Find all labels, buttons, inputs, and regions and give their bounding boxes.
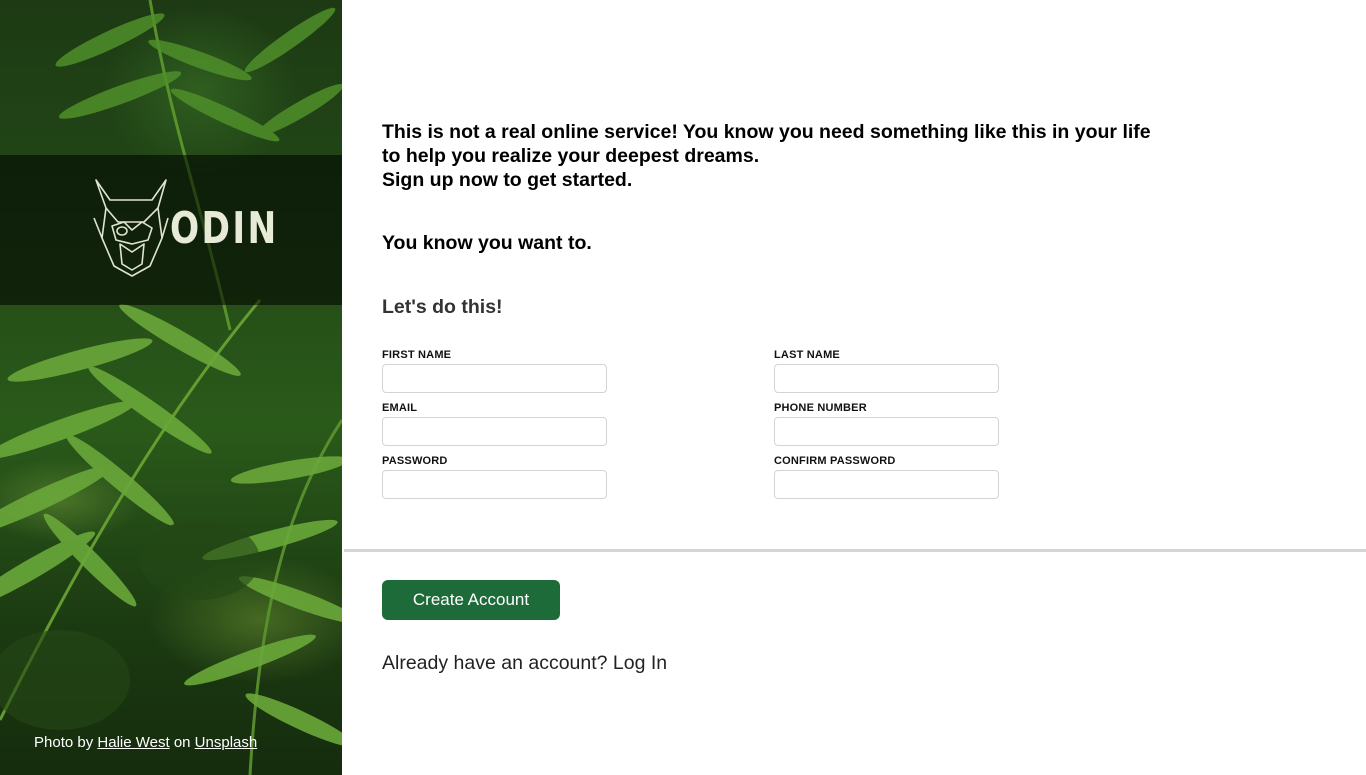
photo-credit: Photo by Halie West on Unsplash <box>34 734 257 751</box>
password-group: PASSWORD <box>382 455 607 499</box>
login-prompt: Already have an account? Log In <box>382 652 667 675</box>
intro-text: This is not a real online service! You k… <box>382 120 1162 192</box>
first-name-group: FIRST NAME <box>382 349 607 393</box>
hero-panel: ODIN Photo by Halie West on Unsplash <box>0 0 342 775</box>
login-prompt-text: Already have an account? <box>382 652 608 674</box>
main-content: This is not a real online service! You k… <box>342 0 1366 775</box>
confirm-password-group: CONFIRM PASSWORD <box>774 455 999 499</box>
odin-viking-head-icon <box>93 179 169 277</box>
create-account-button[interactable]: Create Account <box>382 580 560 620</box>
confirm-password-label: CONFIRM PASSWORD <box>774 455 896 467</box>
phone-group: PHONE NUMBER <box>774 402 999 446</box>
signup-page: ODIN Photo by Halie West on Unsplash Thi… <box>0 0 1366 775</box>
login-link[interactable]: Log In <box>613 652 667 674</box>
phone-label: PHONE NUMBER <box>774 402 867 414</box>
last-name-input[interactable] <box>774 364 999 393</box>
fern-background-image <box>0 0 342 775</box>
confirm-password-input[interactable] <box>774 470 999 499</box>
password-input[interactable] <box>382 470 607 499</box>
first-name-label: FIRST NAME <box>382 349 452 361</box>
credit-prefix: Photo by <box>34 734 94 751</box>
phone-input[interactable] <box>774 417 999 446</box>
credit-middle: on <box>173 734 191 751</box>
password-label: PASSWORD <box>382 455 448 467</box>
email-group: EMAIL <box>382 402 607 446</box>
intro-line-2: Sign up now to get started. <box>382 169 633 191</box>
email-input[interactable] <box>382 417 607 446</box>
brand-name: ODIN <box>170 203 279 254</box>
form-title: Let's do this! <box>382 296 503 318</box>
intro-line-1: This is not a real online service! You k… <box>382 121 1151 167</box>
last-name-group: LAST NAME <box>774 349 999 393</box>
credit-source-link[interactable]: Unsplash <box>195 734 258 751</box>
section-divider <box>344 549 1366 552</box>
email-label: EMAIL <box>382 402 418 414</box>
last-name-label: LAST NAME <box>774 349 840 361</box>
first-name-input[interactable] <box>382 364 607 393</box>
credit-author-link[interactable]: Halie West <box>97 734 169 751</box>
tagline: You know you want to. <box>382 232 592 254</box>
